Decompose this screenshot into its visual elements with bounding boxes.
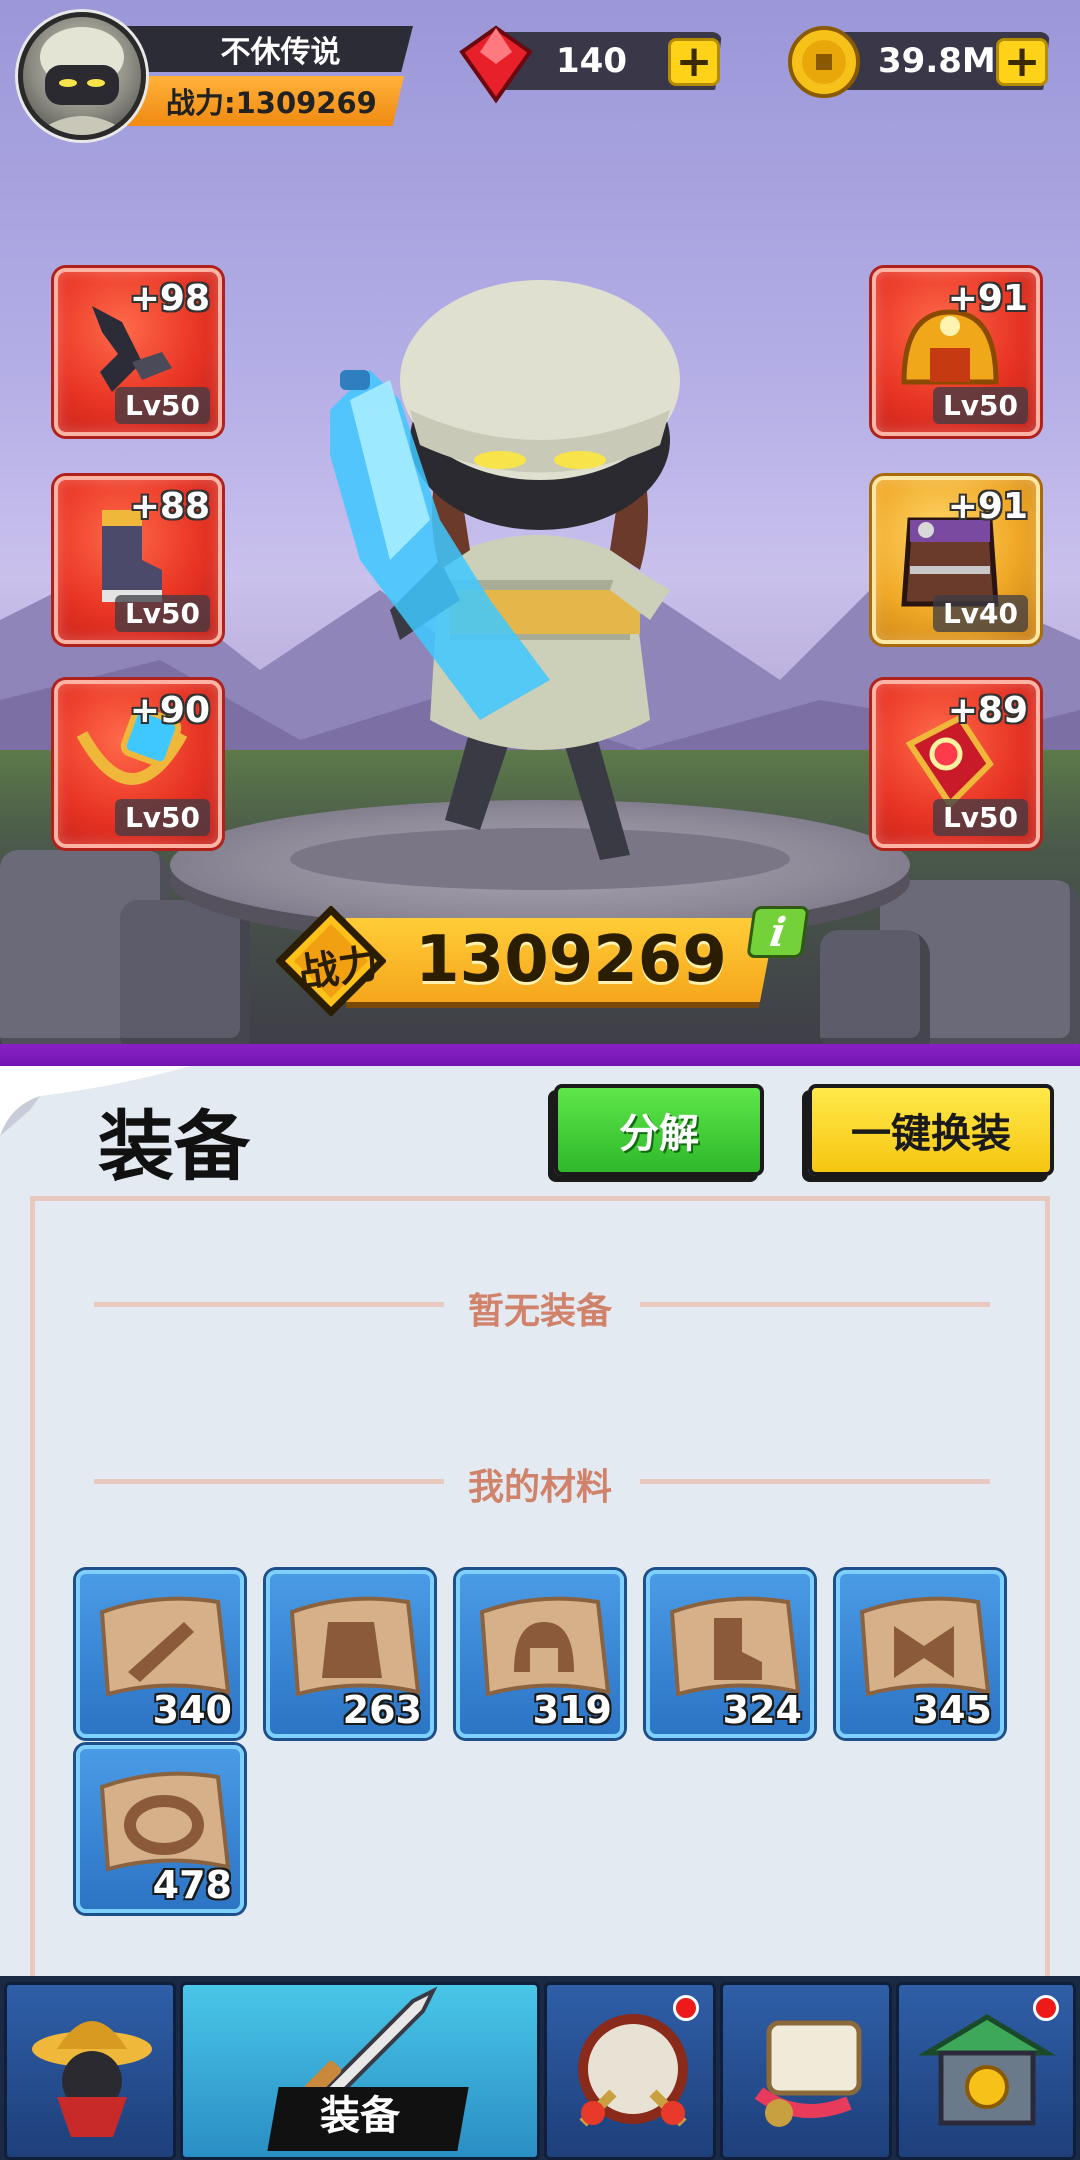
slot-level: Lv50 bbox=[114, 595, 210, 632]
material-count: 340 bbox=[152, 1688, 232, 1732]
tab-drum[interactable] bbox=[544, 1982, 716, 2160]
tab-scroll[interactable] bbox=[720, 1982, 892, 2160]
hero-portrait-icon bbox=[33, 27, 131, 135]
material-item[interactable]: 345 bbox=[836, 1570, 1004, 1738]
material-count: 319 bbox=[532, 1688, 612, 1732]
shop-icon bbox=[917, 2014, 1057, 2126]
slot-bonus: +90 bbox=[129, 690, 210, 731]
avatar[interactable] bbox=[18, 12, 146, 140]
scroll-icon bbox=[754, 2020, 862, 2127]
slot-bonus: +89 bbox=[947, 690, 1028, 731]
equipment-slot-weapon[interactable]: +98 Lv50 bbox=[54, 268, 222, 436]
gem-counter: 140 + bbox=[456, 24, 736, 104]
page-title: 装备 bbox=[98, 1102, 250, 1191]
material-count: 345 bbox=[912, 1688, 992, 1732]
add-gems-button[interactable]: + bbox=[668, 38, 720, 86]
combat-power-banner: 1309269 战力 i bbox=[276, 906, 810, 1016]
coin-icon bbox=[788, 26, 860, 98]
equipment-slot-ring[interactable]: +89 Lv50 bbox=[872, 680, 1040, 848]
material-item[interactable]: 324 bbox=[646, 1570, 814, 1738]
slot-bonus: +98 bbox=[129, 278, 210, 319]
notification-badge bbox=[673, 1995, 699, 2021]
tab-hero[interactable] bbox=[4, 1982, 176, 2160]
equipment-slot-helmet[interactable]: +91 Lv50 bbox=[872, 268, 1040, 436]
no-equipment-label: 暂无装备 bbox=[467, 1291, 612, 1332]
player-power: 战力:1309269 bbox=[118, 76, 404, 126]
slot-bonus: +88 bbox=[129, 486, 210, 527]
hero-icon bbox=[32, 2021, 152, 2137]
gem-icon bbox=[459, 25, 533, 104]
slot-level: Lv50 bbox=[932, 799, 1028, 836]
player-profile[interactable]: 不休传说 战力:1309269 bbox=[18, 12, 413, 140]
slot-level: Lv40 bbox=[932, 595, 1028, 632]
equipment-slot-boots[interactable]: +88 Lv50 bbox=[54, 476, 222, 644]
tab-equipment[interactable]: 装备 bbox=[180, 1982, 540, 2160]
material-count: 263 bbox=[342, 1688, 422, 1732]
tab-shop[interactable] bbox=[896, 1982, 1076, 2160]
add-coins-button[interactable]: + bbox=[996, 38, 1048, 86]
slot-bonus: +91 bbox=[947, 278, 1028, 319]
equipment-slot-armor[interactable]: +91 Lv40 bbox=[872, 476, 1040, 644]
auto-equip-button[interactable]: 一键换装 bbox=[808, 1084, 1054, 1176]
drum-icon bbox=[578, 2014, 688, 2127]
rock bbox=[820, 930, 930, 1050]
coin-counter: 39.8M + bbox=[786, 24, 1066, 98]
notification-badge bbox=[1033, 1995, 1059, 2021]
slot-level: Lv50 bbox=[114, 799, 210, 836]
material-item[interactable]: 340 bbox=[76, 1570, 244, 1738]
rock bbox=[120, 900, 250, 1050]
decompose-button[interactable]: 分解 bbox=[554, 1084, 764, 1176]
combat-power-label: 战力 bbox=[295, 940, 382, 998]
slot-level: Lv50 bbox=[114, 387, 210, 424]
material-item[interactable]: 319 bbox=[456, 1570, 624, 1738]
hero-character[interactable] bbox=[330, 260, 750, 880]
materials-label: 我的材料 bbox=[467, 1467, 612, 1508]
slot-bonus: +91 bbox=[947, 486, 1028, 527]
combat-power-info-button[interactable]: i bbox=[746, 906, 810, 958]
material-count: 478 bbox=[152, 1863, 232, 1907]
material-count: 324 bbox=[722, 1688, 802, 1732]
bottom-nav: 装备 bbox=[0, 1976, 1080, 2160]
equipment-slot-necklace[interactable]: +90 Lv50 bbox=[54, 680, 222, 848]
material-item[interactable]: 263 bbox=[266, 1570, 434, 1738]
material-item[interactable]: 478 bbox=[76, 1745, 244, 1913]
player-name: 不休传说 bbox=[118, 26, 413, 72]
tab-equipment-label: 装备 bbox=[320, 2093, 400, 2139]
combat-power-value: 1309269 bbox=[346, 918, 776, 1008]
slot-level: Lv50 bbox=[932, 387, 1028, 424]
